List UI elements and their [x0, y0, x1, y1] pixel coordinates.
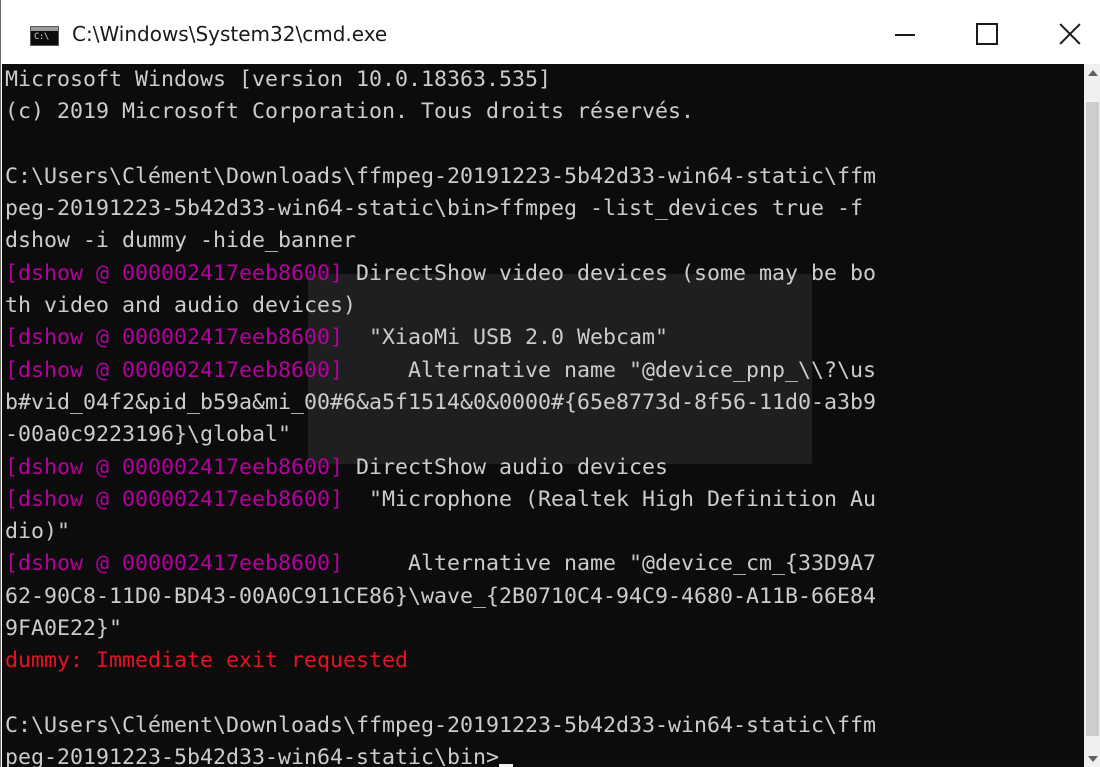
title-bar[interactable]: C:\ C:\Windows\System32\cmd.exe: [2, 0, 1100, 64]
console-line: Microsoft Windows [version 10.0.18363.53…: [5, 64, 876, 96]
console-text: DirectShow video devices (some may be bo: [343, 260, 877, 286]
minimize-icon: [895, 34, 915, 36]
console-line: dummy: Immediate exit requested: [5, 645, 876, 677]
console-text: C:\Users\Clément\Downloads\ffmpeg-201912…: [5, 163, 877, 189]
error-text: dummy: Immediate exit requested: [5, 648, 409, 674]
console-text: Alternative name "@device_pnp_\\?\us: [343, 357, 877, 383]
console-text: DirectShow audio devices: [343, 454, 669, 480]
icon-bar: [31, 27, 58, 31]
console-text: Alternative name "@device_cm_{33D9A7: [343, 551, 877, 577]
dshow-tag: [dshow @ 000002417eeb8600]: [5, 551, 344, 577]
vertical-scrollbar[interactable]: [1084, 64, 1100, 767]
console-text: th video and audio devices): [5, 293, 357, 319]
maximize-icon: [976, 23, 998, 45]
console-text: Microsoft Windows [version 10.0.18363.53…: [5, 67, 552, 92]
maximize-button[interactable]: [955, 0, 1019, 64]
console-text: (c) 2019 Microsoft Corporation. Tous dro…: [5, 99, 695, 125]
scroll-thumb[interactable]: [1086, 102, 1099, 736]
close-icon: [1059, 23, 1081, 45]
scroll-down-button[interactable]: [1084, 750, 1100, 767]
console-text: peg-20191223-5b42d33-win64-static\bin>ff…: [5, 196, 864, 222]
dshow-tag: [dshow @ 000002417eeb8600]: [5, 260, 344, 286]
minimize-button[interactable]: [873, 0, 937, 64]
close-button[interactable]: [1038, 0, 1100, 64]
console-output[interactable]: Microsoft Windows [version 10.0.18363.53…: [2, 64, 1084, 767]
console-line: th video and audio devices): [5, 290, 876, 322]
console-line: [dshow @ 000002417eeb8600] Alternative n…: [5, 355, 876, 387]
window-title: C:\Windows\System32\cmd.exe: [72, 22, 388, 46]
cmd-app-icon[interactable]: C:\: [30, 26, 59, 46]
console-line: [dshow @ 000002417eeb8600] DirectShow vi…: [5, 258, 876, 290]
arrow-down-icon: [1087, 755, 1098, 762]
console-text: C:\Users\Clément\Downloads\ffmpeg-201912…: [5, 712, 877, 738]
console-line: peg-20191223-5b42d33-win64-static\bin>ff…: [5, 193, 876, 225]
console-text: dio)": [5, 519, 71, 545]
console-text: "XiaoMi USB 2.0 Webcam": [343, 325, 669, 351]
console-text: "Microphone (Realtek High Definition Au: [343, 486, 877, 512]
console-line: 9FA0E22}": [5, 613, 876, 645]
console-line: -00a0c9223196}\global": [5, 419, 876, 451]
console-text: peg-20191223-5b42d33-win64-static\bin>: [5, 745, 500, 767]
console-line: [dshow @ 000002417eeb8600] Alternative n…: [5, 548, 876, 580]
dshow-tag: [dshow @ 000002417eeb8600]: [5, 454, 344, 480]
console-line: 62-90C8-11D0-BD43-00A0C911CE86}\wave_{2B…: [5, 581, 876, 613]
console-line: b#vid_04f2&pid_b59a&mi_00#6&a5f1514&0&00…: [5, 387, 876, 419]
arrow-up-icon: [1087, 69, 1098, 76]
console-text: b#vid_04f2&pid_b59a&mi_00#6&a5f1514&0&00…: [5, 389, 877, 415]
console-text: 62-90C8-11D0-BD43-00A0C911CE86}\wave_{2B…: [5, 583, 877, 609]
console-line: [dshow @ 000002417eeb8600] "Microphone (…: [5, 484, 876, 516]
console-line: dio)": [5, 516, 876, 548]
console-line: peg-20191223-5b42d33-win64-static\bin>: [5, 742, 876, 767]
console-lines: Microsoft Windows [version 10.0.18363.53…: [5, 64, 876, 767]
console-line: (c) 2019 Microsoft Corporation. Tous dro…: [5, 96, 876, 128]
console-line: [dshow @ 000002417eeb8600] DirectShow au…: [5, 452, 876, 484]
console-line: dshow -i dummy -hide_banner: [5, 225, 876, 257]
icon-text: C:\: [34, 32, 49, 42]
console-text: 9FA0E22}": [5, 616, 123, 642]
dshow-tag: [dshow @ 000002417eeb8600]: [5, 357, 344, 383]
dshow-tag: [dshow @ 000002417eeb8600]: [5, 325, 344, 351]
dshow-tag: [dshow @ 000002417eeb8600]: [5, 486, 344, 512]
cmd-window: C:\ C:\Windows\System32\cmd.exe Microsof…: [0, 0, 1100, 767]
console-text: -00a0c9223196}\global": [5, 422, 292, 448]
console-text: dshow -i dummy -hide_banner: [5, 228, 357, 254]
console-line: [dshow @ 000002417eeb8600] "XiaoMi USB 2…: [5, 322, 876, 354]
console-line: C:\Users\Clément\Downloads\ffmpeg-201912…: [5, 710, 876, 742]
scroll-up-button[interactable]: [1084, 64, 1100, 81]
console-line: C:\Users\Clément\Downloads\ffmpeg-201912…: [5, 161, 876, 193]
